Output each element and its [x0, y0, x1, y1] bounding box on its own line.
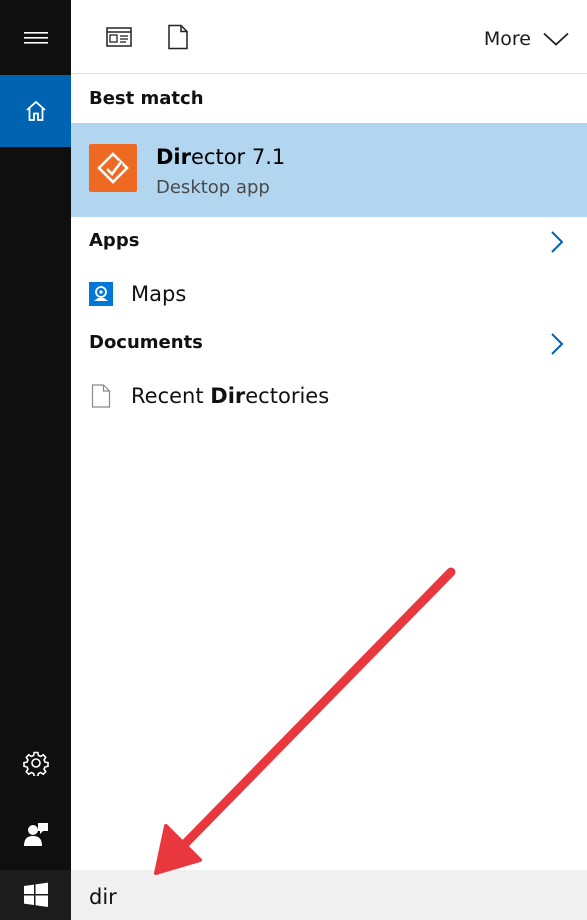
maps-label: Maps — [131, 282, 187, 306]
search-box[interactable]: dir — [71, 870, 587, 920]
best-match-result[interactable]: Director 7.1 Desktop app — [71, 123, 587, 217]
documents-filter-icon — [168, 24, 188, 50]
list-item-maps[interactable]: Maps — [71, 271, 587, 317]
apps-category[interactable]: Apps — [71, 222, 587, 262]
document-icon — [89, 383, 113, 409]
apps-heading: Apps — [89, 230, 140, 251]
feedback-icon — [23, 823, 48, 846]
feedback-button[interactable] — [0, 808, 71, 860]
best-match-name: Director 7.1 — [156, 145, 285, 169]
best-match-name-rest: ector 7.1 — [191, 145, 286, 169]
documents-category[interactable]: Documents — [71, 324, 587, 364]
gear-icon — [22, 751, 49, 776]
menu-button[interactable] — [0, 0, 71, 75]
search-window: More Best match Director 7.1 Desktop app… — [0, 0, 587, 920]
apps-filter-icon — [106, 27, 132, 47]
home-button[interactable] — [0, 75, 71, 147]
left-rail — [0, 0, 71, 920]
maps-app-icon — [89, 281, 113, 307]
best-match-subtitle: Desktop app — [156, 177, 270, 198]
settings-button[interactable] — [0, 738, 71, 788]
more-filters-button[interactable]: More — [484, 24, 569, 54]
chevron-right-icon — [551, 231, 564, 253]
apps-filter-button[interactable] — [104, 22, 134, 52]
windows-logo-icon — [23, 882, 48, 907]
documents-heading: Documents — [89, 332, 203, 353]
recent-directories-label: Recent Directories — [131, 384, 329, 408]
recent-directories-label-highlight: Dir — [210, 384, 246, 408]
best-match-heading: Best match — [89, 88, 204, 109]
more-label: More — [483, 28, 531, 50]
best-match-name-highlight: Dir — [156, 145, 191, 169]
documents-filter-button[interactable] — [163, 22, 193, 52]
results-panel: More Best match Director 7.1 Desktop app… — [71, 0, 587, 920]
recent-directories-label-pre: Recent — [131, 384, 211, 408]
chevron-down-icon — [543, 32, 569, 46]
start-button[interactable] — [0, 870, 71, 920]
home-icon — [25, 100, 46, 121]
chevron-right-icon — [551, 333, 564, 355]
search-input[interactable]: dir — [89, 885, 117, 909]
list-item-recent-directories[interactable]: Recent Directories — [71, 373, 587, 419]
hamburger-icon — [23, 31, 48, 44]
recent-directories-label-post: ectories — [245, 384, 330, 408]
filter-toolbar: More — [71, 0, 587, 74]
director-app-icon — [89, 144, 137, 192]
